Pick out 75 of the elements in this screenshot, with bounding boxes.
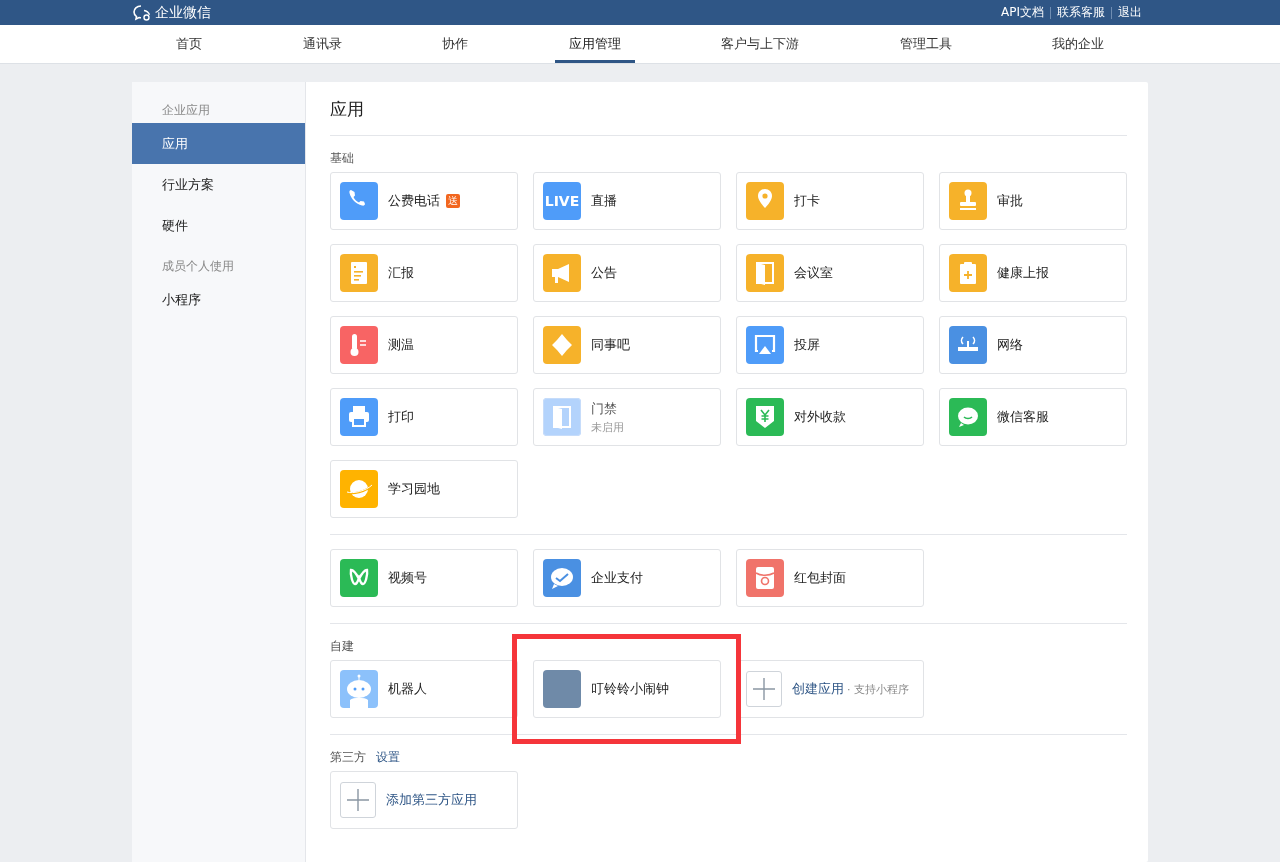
tile-label: 投屏 xyxy=(794,336,820,354)
logo-text: 企业微信 xyxy=(155,3,211,22)
tile-label: 公告 xyxy=(591,264,617,282)
tile-label: 微信客服 xyxy=(997,408,1049,426)
app-tile[interactable]: 公费电话 送 xyxy=(330,172,518,230)
app-tile[interactable]: 会议室 xyxy=(736,244,924,302)
app-tile[interactable]: 网络 xyxy=(939,316,1127,374)
gift-badge: 送 xyxy=(446,194,460,208)
sidebar-item[interactable]: 行业方案 xyxy=(132,164,305,205)
tile-label: 添加第三方应用 xyxy=(386,791,477,809)
page-title: 应用 xyxy=(330,82,1127,136)
sidebar-group-title: 企业应用 xyxy=(161,102,211,119)
tile-label: 学习园地 xyxy=(388,480,440,498)
plus-icon xyxy=(746,671,782,707)
app-tile[interactable]: 企业支付 xyxy=(533,549,721,607)
app-tile[interactable]: 公告 xyxy=(533,244,721,302)
nav-tab[interactable]: 通讯录 xyxy=(288,25,356,63)
tile-label: 叮铃铃小闹钟 xyxy=(591,680,669,698)
app-tile[interactable]: 视频号 xyxy=(330,549,518,607)
app-tile[interactable]: 审批 xyxy=(939,172,1127,230)
app-tile[interactable]: 对外收款 xyxy=(736,388,924,446)
tile-label: 公费电话 xyxy=(388,192,440,210)
app-tile[interactable]: 同事吧 xyxy=(533,316,721,374)
header-link[interactable]: 联系客服 xyxy=(1051,4,1111,21)
nav-tab[interactable]: 管理工具 xyxy=(885,25,966,63)
tile-note: · 支持小程序 xyxy=(847,682,909,697)
create-app-tile[interactable]: 添加第三方应用 xyxy=(330,771,518,829)
header-link[interactable]: API文档 xyxy=(995,4,1050,21)
nav-tab[interactable]: 我的企业 xyxy=(1038,25,1118,63)
settings-link[interactable]: 设置 xyxy=(376,749,400,766)
tile-label: 打卡 xyxy=(794,192,820,210)
app-tile[interactable]: 学习园地 xyxy=(330,460,518,518)
nav-tab[interactable]: 协作 xyxy=(428,25,482,63)
app-tile[interactable]: 红包封面 xyxy=(736,549,924,607)
app-tile[interactable]: 测温 xyxy=(330,316,518,374)
chat-bubble-icon xyxy=(132,3,152,22)
tile-label: 对外收款 xyxy=(794,408,846,426)
app-tile[interactable]: 叮铃铃小闹钟 xyxy=(533,660,721,718)
nav-tab[interactable]: 客户与上下游 xyxy=(707,25,813,63)
tile-label: 健康上报 xyxy=(997,264,1049,282)
tile-label: 打印 xyxy=(388,408,414,426)
section-title: 自建 xyxy=(330,638,354,655)
tile-label: 直播 xyxy=(591,192,617,210)
section-title: 第三方 xyxy=(330,749,366,766)
app-tile[interactable]: 打印 xyxy=(330,388,518,446)
tile-label: 企业支付 xyxy=(591,569,643,587)
tile-label: 网络 xyxy=(997,336,1023,354)
app-tile[interactable]: 机器人 xyxy=(330,660,518,718)
tile-label: 审批 xyxy=(997,192,1023,210)
app-tile[interactable]: LIVE 直播 xyxy=(533,172,721,230)
tile-label: 门禁 xyxy=(591,399,617,418)
section-title: 基础 xyxy=(330,150,354,167)
live-icon: LIVE xyxy=(543,182,581,220)
app-tile[interactable]: 汇报 xyxy=(330,244,518,302)
nav-tab[interactable]: 首页 xyxy=(162,25,216,63)
tile-label: 会议室 xyxy=(794,264,833,282)
tile-label: 汇报 xyxy=(388,264,414,282)
sidebar-item[interactable]: 硬件 xyxy=(132,205,305,246)
header-link[interactable]: 退出 xyxy=(1112,4,1148,21)
tile-label: 同事吧 xyxy=(591,336,630,354)
app-tile[interactable]: 微信客服 xyxy=(939,388,1127,446)
sidebar-item[interactable]: 小程序 xyxy=(132,279,305,320)
app-tile[interactable]: 健康上报 xyxy=(939,244,1127,302)
tile-status: 未启用 xyxy=(591,419,624,435)
tile-label: 红包封面 xyxy=(794,569,846,587)
tile-label: 机器人 xyxy=(388,680,427,698)
sidebar-group-title: 成员个人使用 xyxy=(161,258,235,275)
app-tile[interactable]: 打卡 xyxy=(736,172,924,230)
tile-label: 创建应用 xyxy=(792,680,844,698)
sidebar-item[interactable]: 应用 xyxy=(132,123,305,164)
plus-icon xyxy=(340,782,376,818)
app-tile[interactable]: 投屏 xyxy=(736,316,924,374)
nav-tab[interactable]: 应用管理 xyxy=(554,25,635,63)
tile-label: 视频号 xyxy=(388,569,427,587)
tile-label: 测温 xyxy=(388,336,414,354)
